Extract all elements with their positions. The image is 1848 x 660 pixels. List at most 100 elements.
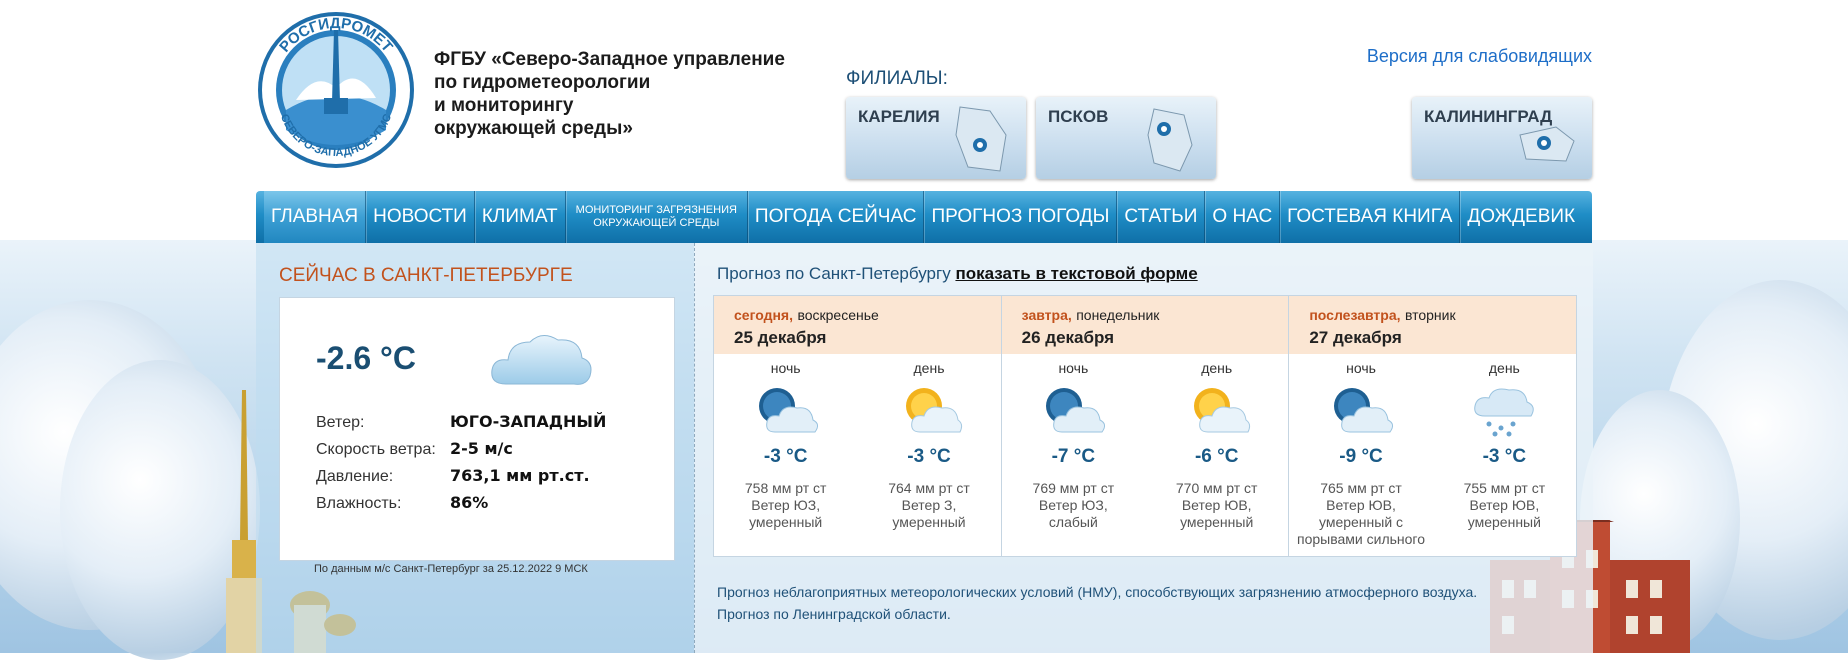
period-temperature: -7 °C: [1051, 446, 1096, 467]
pressure-row: Давление: 763,1 мм рт.ст.: [316, 466, 590, 486]
snow-cloud-icon: [1469, 382, 1539, 438]
current-weather-card: -2.6 °C Ветер: ЮГО-ЗАПАДНЫЙ Скорость ветр…: [279, 297, 675, 561]
period-description: 770 мм рт ст Ветер ЮВ, умеренный: [1145, 480, 1288, 531]
period-name: день: [913, 360, 945, 376]
pressure-text: 770 мм рт ст: [1175, 480, 1258, 496]
forecast-periods: ночь -7 °C 769 мм рт ст Ветер ЮЗ, слабый день…: [1002, 354, 1289, 531]
nav-item-guestbook[interactable]: ГОСТЕВАЯ КНИГА: [1280, 191, 1461, 243]
forecast-periods: ночь -3 °C 758 мм рт ст Ветер ЮЗ, умеренный д…: [714, 354, 1001, 531]
weekday: вторник: [1404, 307, 1456, 323]
nav-item-label: МОНИТОРИНГ ЗАГРЯЗНЕНИЯ: [575, 204, 737, 216]
main-content: СЕЙЧАС В САНКТ-ПЕТЕРБУРГЕ -2.6 °C Ветер:…: [256, 243, 1593, 653]
wind-speed-label: Скорость ветра:: [316, 441, 436, 458]
wind-gusts-text: порывами сильного: [1297, 531, 1426, 547]
cloud-icon: [491, 335, 592, 385]
accessibility-version-link[interactable]: Версия для слабовидящих: [1367, 46, 1592, 67]
forecast-panel: Прогноз по Санкт-Петербургу показать в т…: [694, 243, 1593, 653]
relative-day: послезавтра,: [1309, 307, 1401, 323]
pressure-value: 763,1 мм рт.ст.: [450, 466, 590, 485]
forecast-period: день -3 °C 755 мм рт ст Ветер ЮВ, умеренный: [1433, 354, 1576, 548]
wind-strength-text: умеренный: [749, 514, 823, 530]
forecast-day: послезавтра, вторник 27 декабря ночь -9 °C 7…: [1289, 296, 1577, 556]
nav-item-weather-now[interactable]: ПОГОДА СЕЙЧАС: [748, 191, 925, 243]
wind-label: Ветер:: [316, 414, 365, 431]
forecast-periods: ночь -9 °C 765 мм рт ст Ветер ЮВ, умеренный …: [1289, 354, 1576, 548]
wind-row: Ветер: ЮГО-ЗАПАДНЫЙ: [316, 412, 606, 432]
org-title-line: по гидрометеорологии: [434, 72, 651, 93]
roshydromet-logo[interactable]: РОСГИДРОМЕТ СЕВЕРО-ЗАПАДНОЕ УГМС: [256, 10, 416, 170]
branch-karelia[interactable]: КАРЕЛИЯ: [846, 97, 1026, 179]
forecast-period: ночь -3 °C 758 мм рт ст Ветер ЮЗ, умеренный: [714, 354, 857, 531]
period-name: день: [1488, 360, 1520, 376]
nav-item-forecast[interactable]: ПРОГНОЗ ПОГОДЫ: [924, 191, 1118, 243]
text-form-link[interactable]: показать в текстовой форме: [955, 264, 1197, 283]
night-cloudy-icon: [1326, 382, 1396, 438]
night-cloudy-icon: [751, 382, 821, 438]
period-temperature: -3 °C: [1482, 446, 1527, 467]
region-map-icon: [1147, 108, 1193, 172]
wind-direction-text: Ветер ЮВ,: [1469, 497, 1540, 513]
forecast-day-header: послезавтра, вторник 27 декабря: [1289, 296, 1577, 354]
forecast-period: ночь -7 °C 769 мм рт ст Ветер ЮЗ, слабый: [1002, 354, 1145, 531]
nav-item-climate[interactable]: КЛИМАТ: [475, 191, 566, 243]
forecast-day: сегодня, воскресенье 25 декабря ночь -3 °C 7…: [714, 296, 1002, 556]
pressure-text: 755 мм рт ст: [1463, 480, 1546, 496]
forecast-period: день -3 °C 764 мм рт ст Ветер З, умеренный: [857, 354, 1000, 531]
wind-strength-text: слабый: [1048, 514, 1098, 530]
period-name: ночь: [770, 360, 801, 376]
period-description: 764 мм рт ст Ветер З, умеренный: [857, 480, 1000, 531]
nmu-forecast-link[interactable]: Прогноз неблагоприятных метеорологически…: [717, 581, 1477, 603]
branches-label: ФИЛИАЛЫ:: [846, 68, 948, 89]
forecast-day-header: завтра, понедельник 26 декабря: [1001, 296, 1289, 354]
nav-item-rain[interactable]: ДОЖДЕВИК: [1460, 191, 1582, 243]
wind-direction-text: Ветер ЮВ,: [1181, 497, 1252, 513]
forecast-day-header: сегодня, воскресенье 25 декабря: [714, 296, 1001, 354]
wind-speed-value: 2-5 м/с: [450, 439, 513, 458]
branch-kaliningrad[interactable]: КАЛИНИНГРАД: [1412, 97, 1592, 179]
weekday: воскресенье: [797, 307, 879, 323]
wind-strength-text: умеренный: [1467, 514, 1541, 530]
period-temperature: -3 °C: [763, 446, 808, 467]
forecast-table: сегодня, воскресенье 25 декабря ночь -3 °C 7…: [713, 295, 1577, 557]
sun-cloudy-icon: [1182, 382, 1252, 438]
pressure-text: 765 мм рт ст: [1320, 480, 1402, 496]
branch-pskov[interactable]: ПСКОВ: [1036, 97, 1216, 179]
organization-title: ФГБУ «Северо-Западное управление по гидр…: [434, 48, 814, 140]
nav-item-monitoring[interactable]: МОНИТОРИНГ ЗАГРЯЗНЕНИЯ ОКРУЖАЮЩЕЙ СРЕДЫ: [566, 191, 748, 243]
nav-item-about[interactable]: О НАС: [1205, 191, 1281, 243]
data-source-note: По данным м/с Санкт-Петербург за 25.12.2…: [314, 563, 588, 575]
pressure-text: 764 мм рт ст: [888, 480, 970, 496]
forecast-date: 26 декабря: [1021, 328, 1115, 347]
period-description: 769 мм рт ст Ветер ЮЗ, слабый: [1002, 480, 1145, 531]
wind-direction-text: Ветер ЮЗ,: [1038, 497, 1108, 513]
night-cloudy-icon: [1038, 382, 1108, 438]
wind-direction-text: Ветер ЮВ,: [1326, 497, 1396, 513]
org-title-line: окружающей среды»: [434, 118, 633, 139]
forecast-title-text: Прогноз по Санкт-Петербургу: [717, 264, 951, 283]
period-description: 765 мм рт ст Ветер ЮВ, умеренный с порывами…: [1289, 480, 1432, 548]
period-description: 755 мм рт ст Ветер ЮВ, умеренный: [1433, 480, 1576, 531]
period-name: ночь: [1346, 360, 1376, 376]
region-map-icon: [955, 106, 1007, 172]
sun-cloudy-icon: [894, 382, 964, 438]
wind-strength-text: умеренный с: [1318, 514, 1404, 530]
branch-name: КАРЕЛИЯ: [858, 107, 940, 126]
nav-item-articles[interactable]: СТАТЬИ: [1117, 191, 1206, 243]
main-navigation: ГЛАВНАЯ НОВОСТИ КЛИМАТ МОНИТОРИНГ ЗАГРЯЗ…: [256, 191, 1592, 243]
wind-direction-text: Ветер ЮЗ,: [751, 497, 821, 513]
nav-item-label: ОКРУЖАЮЩЕЙ СРЕДЫ: [593, 217, 720, 229]
wind-strength-text: умеренный: [1180, 514, 1254, 530]
period-temperature: -9 °C: [1339, 446, 1383, 467]
nav-item-home[interactable]: ГЛАВНАЯ: [264, 191, 367, 243]
period-temperature: -3 °C: [907, 446, 951, 467]
forecast-date: 25 декабря: [734, 328, 827, 347]
current-weather-title: СЕЙЧАС В САНКТ-ПЕТЕРБУРГЕ: [279, 265, 573, 286]
humidity-label: Влажность:: [316, 495, 402, 512]
wind-value: ЮГО-ЗАПАДНЫЙ: [450, 412, 607, 431]
region-forecast-link[interactable]: Прогноз по Ленинградской области.: [717, 603, 1477, 625]
nav-item-news[interactable]: НОВОСТИ: [366, 191, 475, 243]
period-name: ночь: [1058, 360, 1089, 376]
region-map-icon: [1519, 126, 1575, 162]
forecast-links: Прогноз неблагоприятных метеорологически…: [717, 581, 1477, 625]
pressure-label: Давление:: [316, 468, 394, 485]
